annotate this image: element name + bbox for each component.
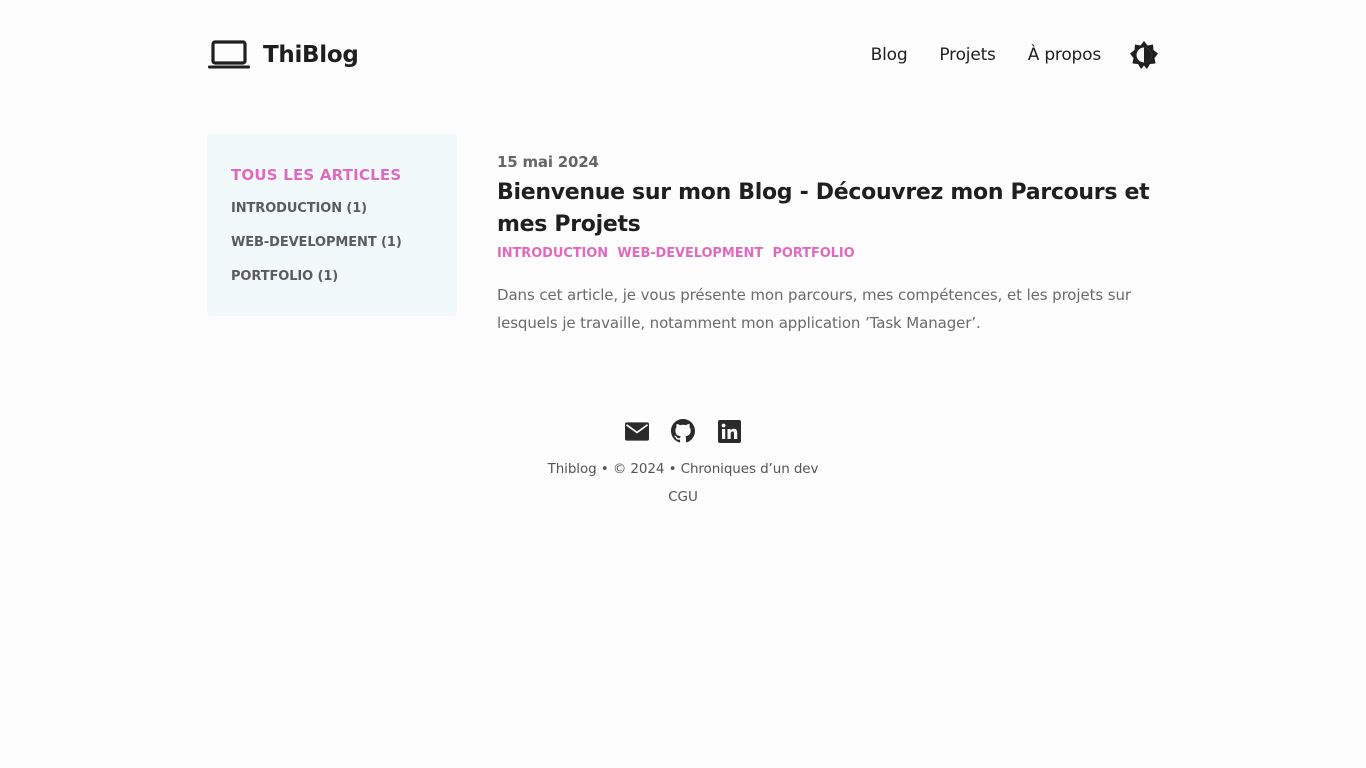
post-excerpt: Dans cet article, je vous présente mon p…	[497, 286, 1131, 332]
social-links	[0, 415, 1366, 447]
post-card: 15 mai 2024 Bienvenue sur mon Blog - Déc…	[497, 153, 1159, 337]
contrast-icon	[1130, 41, 1158, 69]
all-articles-link[interactable]: TOUS LES ARTICLES	[231, 166, 433, 184]
copyright-text: Thiblog • © 2024 • Chroniques d’un dev	[547, 461, 819, 477]
tags-sidebar: TOUS LES ARTICLES INTRODUCTION (1) WEB-D…	[207, 134, 457, 316]
sidebar-item-portfolio[interactable]: PORTFOLIO (1)	[231, 269, 433, 284]
linkedin-icon	[717, 419, 741, 443]
tag-portfolio[interactable]: PORTFOLIO	[772, 246, 854, 261]
main-nav: Blog Projets À propos	[871, 40, 1159, 70]
site-header: ThiBlog Blog Projets À propos	[207, 30, 1159, 80]
tag-introduction[interactable]: INTRODUCTION	[497, 246, 608, 261]
cgu-link[interactable]: CGU	[668, 489, 698, 505]
linkedin-link[interactable]	[717, 419, 741, 443]
sidebar-item-web-development[interactable]: WEB-DEVELOPMENT (1)	[231, 235, 433, 250]
post-title-link[interactable]: Bienvenue sur mon Blog - Découvrez mon P…	[497, 177, 1159, 241]
github-icon	[671, 419, 695, 443]
theme-toggle-button[interactable]	[1129, 40, 1159, 70]
site-footer: Thiblog • © 2024 • Chroniques d’un dev C…	[0, 415, 1366, 505]
post-date: 15 mai 2024	[497, 153, 599, 171]
sidebar-item-introduction[interactable]: INTRODUCTION (1)	[231, 201, 433, 216]
post-list: 15 mai 2024 Bienvenue sur mon Blog - Déc…	[497, 153, 1159, 337]
github-link[interactable]	[671, 419, 695, 443]
email-icon	[625, 421, 649, 441]
nav-apropos-link[interactable]: À propos	[1028, 45, 1101, 65]
laptop-icon	[208, 40, 250, 69]
brand-name: ThiBlog	[263, 42, 359, 68]
tag-web-development[interactable]: WEB-DEVELOPMENT	[617, 246, 763, 261]
brand-link[interactable]: ThiBlog	[207, 39, 359, 71]
nav-projets-link[interactable]: Projets	[939, 45, 995, 65]
nav-blog-link[interactable]: Blog	[871, 45, 908, 65]
email-link[interactable]	[625, 419, 649, 443]
post-tags: INTRODUCTION WEB-DEVELOPMENT PORTFOLIO	[497, 246, 1159, 261]
